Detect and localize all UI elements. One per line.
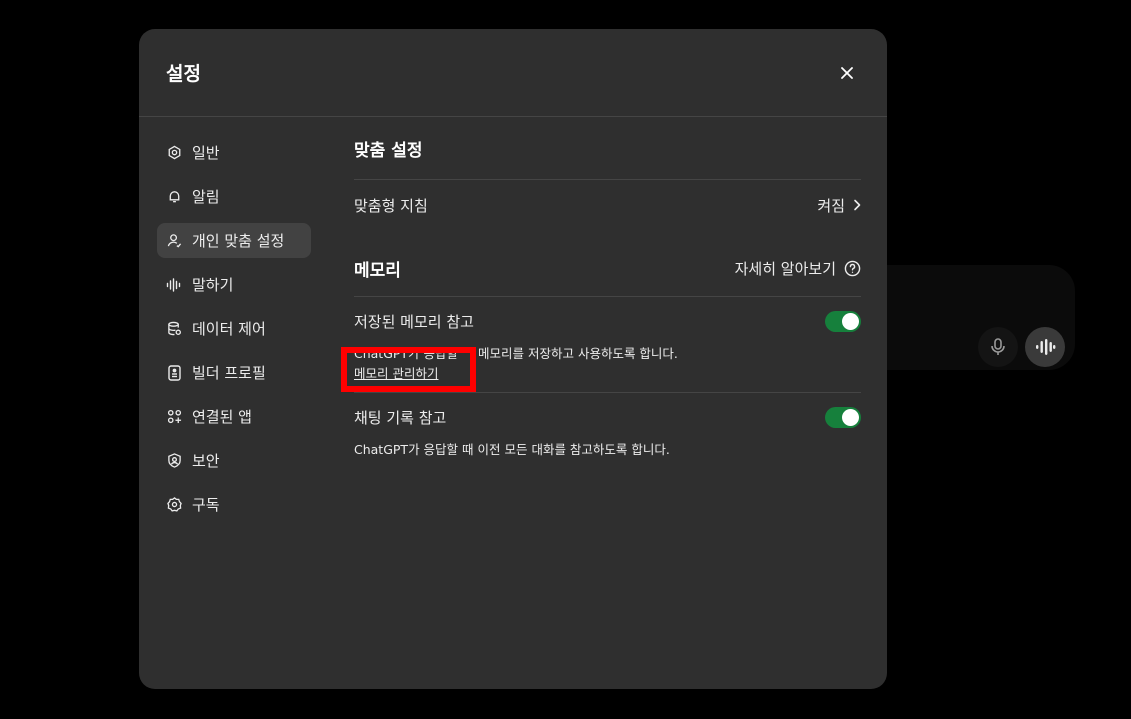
close-icon: [841, 66, 853, 79]
sidebar-item-label: 연결된 앱: [192, 408, 252, 426]
waveform-icon: [166, 277, 182, 293]
voice-mode-icon: [1036, 339, 1056, 355]
sidebar-item-connected-apps[interactable]: 연결된 앱: [157, 399, 311, 434]
memory-header-row: 메모리 자세히 알아보기: [354, 252, 861, 284]
custom-instructions-label: 맞춤형 지침: [354, 196, 428, 215]
saved-memory-toggle[interactable]: [825, 310, 861, 332]
modal-title: 설정: [166, 63, 201, 85]
voice-mode-button[interactable]: [1025, 327, 1065, 367]
sidebar-item-label: 구독: [192, 496, 220, 514]
toggle-knob: [842, 408, 859, 426]
microphone-button[interactable]: [978, 327, 1018, 367]
help-circle-icon: [844, 260, 861, 276]
personalization-title: 맞춤 설정: [354, 141, 423, 161]
close-button[interactable]: [833, 59, 861, 87]
bell-icon: [166, 189, 182, 205]
apps-grid-icon: [166, 409, 182, 425]
saved-memory-row: 저장된 메모리 참고: [354, 297, 861, 345]
sidebar-item-label: 데이터 제어: [192, 320, 266, 338]
subscription-icon: [166, 497, 182, 513]
sidebar-item-speech[interactable]: 말하기: [157, 267, 311, 302]
manage-link-wrap: 메모리 관리하기: [354, 363, 861, 382]
modal-header: 설정: [139, 29, 887, 117]
custom-instructions-status[interactable]: 켜짐: [817, 195, 861, 216]
custom-instructions-value: 켜짐: [817, 196, 845, 215]
saved-memory-description: ChatGPT가 응답할 메모리를 저장하고 사용하도록 합니다.: [354, 345, 861, 362]
memory-title: 메모리: [354, 260, 401, 281]
saved-memory-label: 저장된 메모리 참고: [354, 312, 474, 331]
custom-instructions-row[interactable]: 맞춤형 지침 켜짐: [354, 180, 861, 230]
saved-memory-desc-end: 메모리를 저장하고 사용하도록 합니다.: [478, 346, 678, 361]
settings-sidebar: 일반 알림 개인 맞춤 설정 말하기 데이터 제어 빌더 프로필 연결된 앱 보…: [157, 135, 311, 531]
person-icon: [166, 233, 182, 249]
database-icon: [166, 321, 182, 337]
shield-icon: [166, 453, 182, 469]
sidebar-item-subscription[interactable]: 구독: [157, 487, 311, 522]
chat-history-label: 채팅 기록 참고: [354, 408, 447, 427]
sidebar-item-label: 빌더 프로필: [192, 364, 266, 382]
toggle-knob: [842, 312, 859, 330]
sidebar-item-notifications[interactable]: 알림: [157, 179, 311, 214]
settings-modal: 설정 일반 알림 개인 맞춤 설정 말하기 데이터 제어 빌더 프로필 연결된 …: [139, 29, 887, 689]
sidebar-item-data-controls[interactable]: 데이터 제어: [157, 311, 311, 346]
chat-history-description: ChatGPT가 응답할 때 이전 모든 대화를 참고하도록 합니다.: [354, 442, 670, 457]
microphone-icon: [991, 338, 1005, 355]
sidebar-item-personalization[interactable]: 개인 맞춤 설정: [157, 223, 311, 258]
sidebar-item-label: 알림: [192, 188, 220, 206]
id-card-icon: [166, 364, 182, 381]
sidebar-item-general[interactable]: 일반: [157, 135, 311, 170]
manage-memory-link[interactable]: 메모리 관리하기: [354, 363, 438, 382]
sidebar-item-label: 보안: [192, 452, 220, 470]
sidebar-item-label: 개인 맞춤 설정: [192, 232, 285, 250]
saved-memory-desc-start: ChatGPT가 응답할: [354, 346, 459, 361]
chat-history-row: 채팅 기록 참고: [354, 393, 861, 441]
chevron-right-icon: [854, 199, 861, 211]
sidebar-item-security[interactable]: 보안: [157, 443, 311, 478]
sidebar-item-label: 일반: [192, 144, 220, 162]
gear-icon: [166, 145, 182, 161]
sidebar-item-builder-profile[interactable]: 빌더 프로필: [157, 355, 311, 390]
learn-more-label: 자세히 알아보기: [734, 259, 836, 278]
learn-more-link[interactable]: 자세히 알아보기: [735, 258, 861, 279]
sidebar-item-label: 말하기: [192, 276, 234, 294]
settings-content: 맞춤 설정 맞춤형 지침 켜짐 메모리 자세히 알아보기 저장된 메모리 참고 …: [354, 135, 861, 458]
chat-history-toggle[interactable]: [825, 406, 861, 428]
